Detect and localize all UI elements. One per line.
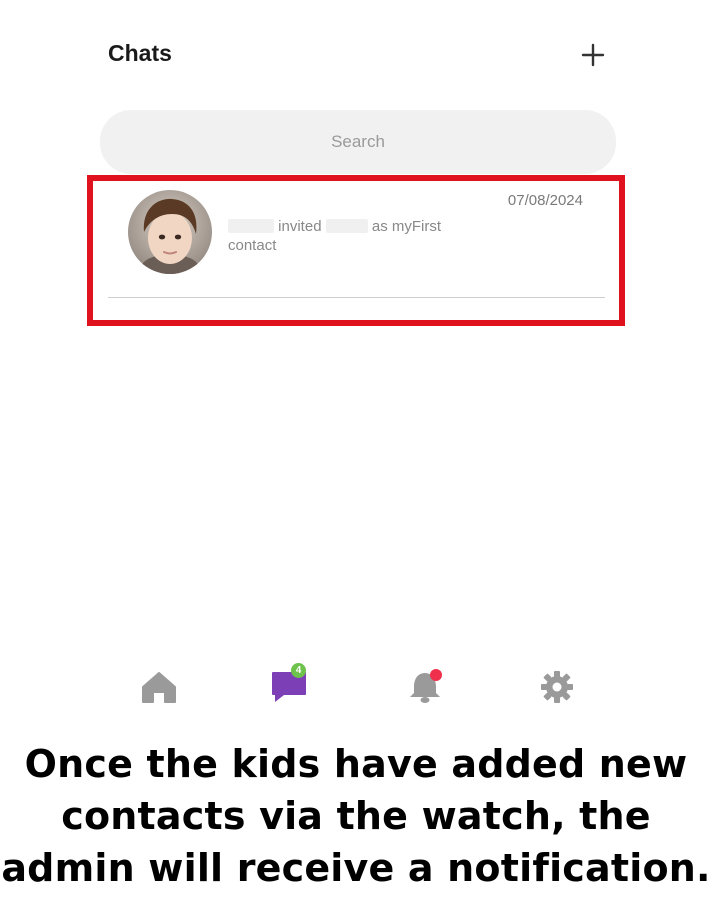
gear-icon (541, 671, 573, 703)
chat-list-item[interactable]: 07/08/2024 invited as myFirst contact (108, 185, 605, 299)
nav-chats-button[interactable]: 4 (264, 660, 314, 710)
chat-preview-word: invited (278, 218, 322, 235)
child-avatar-image (128, 190, 212, 274)
caption-line: Once the kids have added new (24, 742, 688, 786)
caption-line: admin will receive a notification. (1, 846, 711, 890)
bottom-navigation: 4 (0, 660, 712, 716)
redacted-name (325, 219, 368, 233)
search-input[interactable] (100, 110, 616, 174)
nav-settings-button[interactable] (532, 660, 582, 710)
notification-dot (430, 669, 442, 681)
new-chat-button[interactable] (578, 40, 608, 70)
chat-bubble-icon (272, 672, 306, 702)
plus-icon (581, 43, 605, 67)
chat-preview-line1: invited as myFirst (228, 218, 441, 235)
divider (108, 297, 605, 298)
caption-text: Once the kids have added new contacts vi… (0, 738, 712, 894)
chat-date: 07/08/2024 (507, 192, 583, 209)
page-title: Chats (108, 40, 172, 66)
caption-line: contacts via the watch, the (61, 794, 651, 838)
chat-badge: 4 (291, 663, 306, 678)
chat-preview-word: as myFirst (371, 218, 442, 235)
chat-preview-line2: contact (228, 237, 277, 254)
bell-icon (410, 673, 440, 703)
avatar[interactable] (128, 190, 212, 274)
nav-notifications-button[interactable] (400, 660, 450, 710)
home-icon (142, 672, 176, 703)
nav-home-button[interactable] (134, 660, 184, 710)
redacted-name (228, 219, 274, 233)
